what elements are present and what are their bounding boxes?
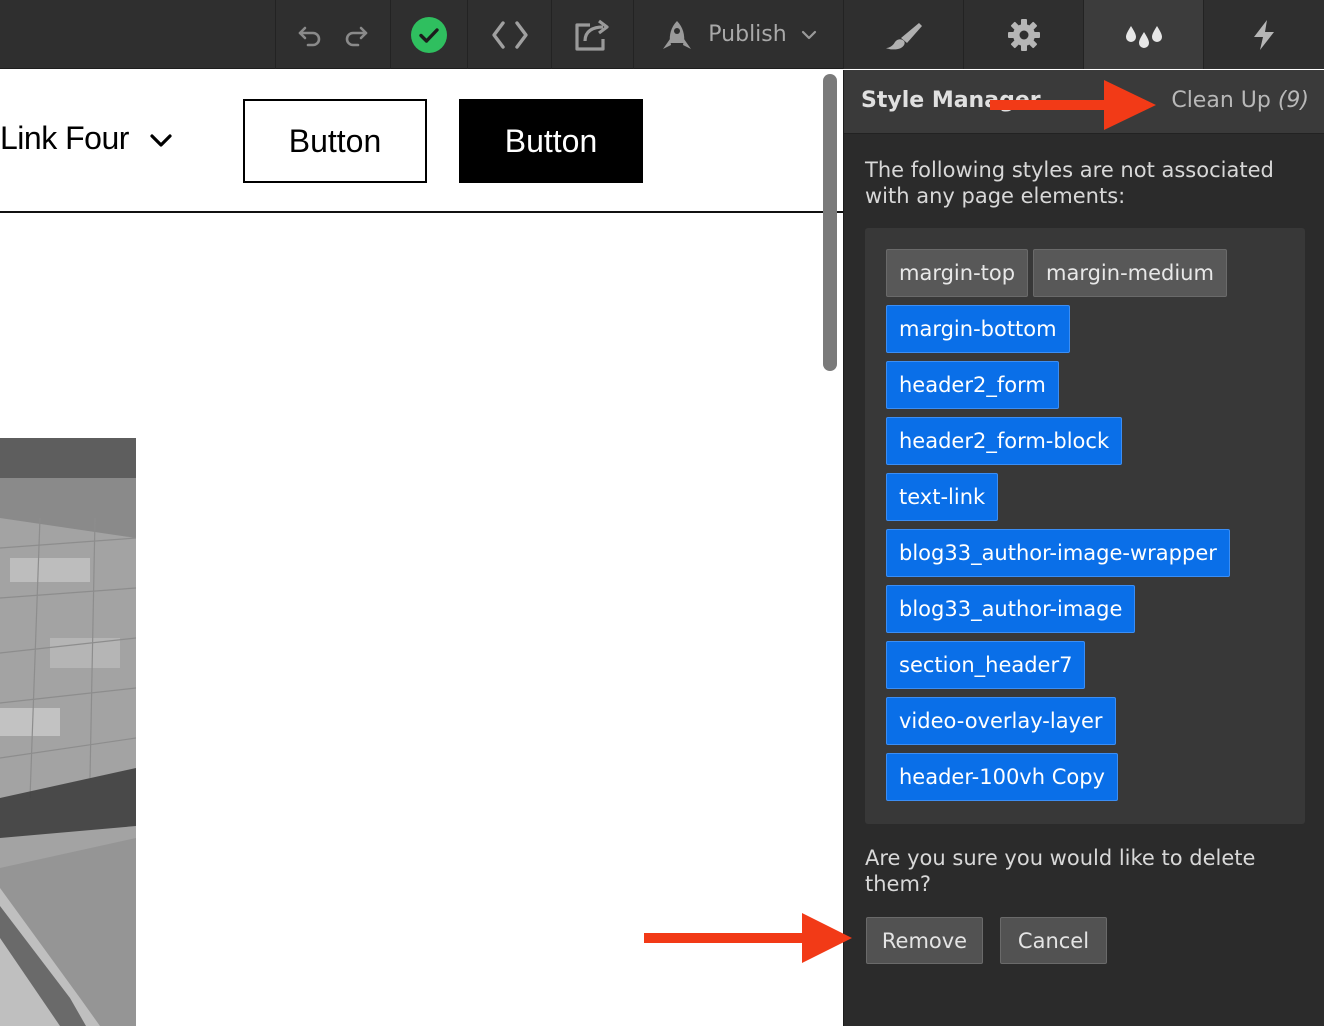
hero-photo xyxy=(0,438,136,1026)
nav-solid-button[interactable]: Button xyxy=(459,99,643,183)
drops-icon xyxy=(1124,20,1164,50)
nav-link-label: Link Four xyxy=(0,120,129,156)
gear-icon xyxy=(1007,18,1041,52)
code-icon[interactable] xyxy=(489,19,531,51)
publish-label: Publish xyxy=(708,22,787,47)
style-tag[interactable]: section_header7 xyxy=(886,641,1086,689)
remove-button[interactable]: Remove xyxy=(866,917,983,964)
share-group xyxy=(551,0,633,69)
annotation-arrow-icon xyxy=(990,80,1156,130)
undo-redo-group xyxy=(275,0,390,69)
style-tag[interactable]: margin-top xyxy=(886,249,1029,297)
cancel-button[interactable]: Cancel xyxy=(1000,917,1107,964)
chevron-down-icon xyxy=(801,30,817,40)
unused-styles-list: margin-top margin-medium margin-bottom h… xyxy=(865,228,1305,824)
canvas-scrollbar[interactable] xyxy=(823,74,837,371)
top-toolbar: Publish xyxy=(0,0,1324,69)
delete-confirmation-text: Are you sure you would like to delete th… xyxy=(865,846,1256,896)
rocket-icon xyxy=(660,19,694,51)
redo-icon[interactable] xyxy=(341,20,371,50)
unused-styles-description: The following styles are not associated … xyxy=(865,158,1274,208)
style-tag[interactable]: blog33_author-image xyxy=(886,585,1136,633)
style-manager-panel: Style Manager Clean Up (9) The following… xyxy=(843,70,1324,1026)
nav-dropdown-link[interactable]: Link Four xyxy=(0,120,173,157)
tab-style-manager[interactable] xyxy=(1083,0,1203,69)
style-tag[interactable]: margin-medium xyxy=(1033,249,1227,297)
save-status xyxy=(390,0,467,69)
tab-interactions[interactable] xyxy=(1203,0,1324,69)
style-tag[interactable]: margin-bottom xyxy=(886,305,1070,353)
lightning-icon xyxy=(1251,19,1277,51)
check-circle-icon[interactable] xyxy=(410,16,448,54)
clean-up-count: (9) xyxy=(1277,88,1309,113)
chevron-down-icon xyxy=(149,120,173,157)
paintbrush-icon xyxy=(883,20,925,50)
style-tag[interactable]: header-100vh Copy xyxy=(886,753,1118,801)
site-navbar: Link Four Button Button xyxy=(0,70,843,213)
tab-settings[interactable] xyxy=(963,0,1083,69)
clean-up-button[interactable]: Clean Up (9) xyxy=(1171,88,1309,113)
export-icon[interactable] xyxy=(573,17,613,53)
design-canvas: Link Four Button Button xyxy=(0,70,843,1026)
style-tag[interactable]: video-overlay-layer xyxy=(886,697,1116,745)
undo-icon[interactable] xyxy=(295,20,325,50)
style-tag[interactable]: header2_form-block xyxy=(886,417,1123,465)
tab-style[interactable] xyxy=(843,0,963,69)
nav-outline-button[interactable]: Button xyxy=(243,99,427,183)
clean-up-label: Clean Up xyxy=(1171,88,1271,113)
publish-button[interactable]: Publish xyxy=(633,0,843,69)
code-export-group xyxy=(467,0,551,69)
style-tag[interactable]: header2_form xyxy=(886,361,1059,409)
style-tag[interactable]: text-link xyxy=(886,473,999,521)
style-tag[interactable]: blog33_author-image-wrapper xyxy=(886,529,1230,577)
annotation-arrow-icon xyxy=(644,913,852,963)
